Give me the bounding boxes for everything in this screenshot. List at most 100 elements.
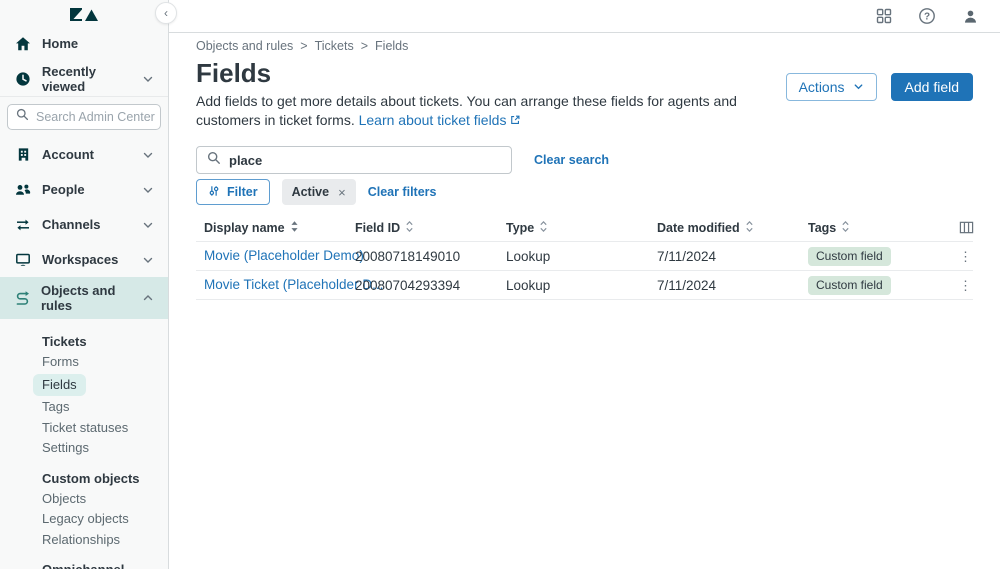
column-label: Type — [506, 221, 534, 235]
subnav-item-settings[interactable]: Settings — [42, 438, 168, 459]
date-modified-cell: 7/11/2024 — [657, 278, 808, 293]
header-buttons: Actions Add field — [786, 73, 973, 101]
zendesk-logo — [69, 5, 99, 27]
date-modified-cell: 7/11/2024 — [657, 249, 808, 264]
chevron-down-icon — [853, 79, 864, 95]
sort-active-icon — [290, 220, 299, 236]
row-overflow-menu-icon[interactable]: ⋮ — [959, 279, 972, 292]
sidebar-item-recently-viewed[interactable]: Recently viewed — [0, 61, 168, 96]
subnav-item-relationships[interactable]: Relationships — [42, 530, 168, 551]
sidebar-item-workspaces[interactable]: Workspaces — [0, 242, 168, 277]
sidebar-item-label: Objects and rules — [41, 283, 142, 313]
sidebar-item-label: Workspaces — [42, 252, 118, 267]
active-chip-label: Active — [292, 185, 330, 199]
sort-icon — [539, 220, 548, 236]
external-link-icon — [509, 112, 521, 131]
subnav-header-omnichannel-routing: Omnichannel routing — [42, 560, 168, 569]
sidebar-item-home[interactable]: Home — [0, 26, 168, 61]
search-icon — [207, 151, 221, 170]
row-overflow-menu-icon[interactable]: ⋮ — [959, 250, 972, 263]
sidebar-item-objects-and-rules[interactable]: Objects and rules — [0, 277, 168, 319]
admin-search-input[interactable] — [36, 110, 169, 124]
admin-search-box[interactable] — [7, 104, 161, 130]
actions-button-label: Actions — [799, 79, 845, 95]
column-label: Display name — [204, 221, 285, 235]
active-filter-chip[interactable]: Active × — [282, 179, 356, 205]
subnav-item-fields[interactable]: Fields — [33, 374, 86, 397]
field-name-link[interactable]: Movie (Placeholder Demo) — [204, 248, 378, 263]
search-icon — [16, 108, 29, 126]
sidebar-item-channels[interactable]: Channels — [0, 207, 168, 242]
people-icon — [14, 181, 32, 199]
fields-table: Display name Field ID Type Date modified… — [196, 214, 973, 300]
breadcrumb-separator: > — [361, 39, 368, 53]
column-label: Date modified — [657, 221, 740, 235]
subnav-header-custom-objects: Custom objects — [42, 469, 168, 489]
sidebar-item-label: People — [42, 182, 85, 197]
clear-search-link[interactable]: Clear search — [534, 153, 609, 167]
sidebar-item-account[interactable]: Account — [0, 137, 168, 172]
table-row[interactable]: Movie (Placeholder Demo) 20080718149010 … — [196, 242, 973, 271]
subnav-item-legacy-objects[interactable]: Legacy objects — [42, 509, 168, 530]
apps-grid-icon[interactable] — [875, 7, 893, 25]
sort-icon — [841, 220, 850, 236]
fields-search-input[interactable] — [229, 153, 501, 168]
filter-button-label: Filter — [227, 185, 258, 199]
column-header-actions — [959, 220, 979, 235]
table-header-row: Display name Field ID Type Date modified… — [196, 214, 973, 242]
learn-about-ticket-fields-link[interactable]: Learn about ticket fields — [359, 112, 507, 128]
main-content: Objects and rules > Tickets > Fields Fie… — [169, 33, 1000, 569]
help-icon[interactable]: ? — [918, 7, 936, 25]
actions-button[interactable]: Actions — [786, 73, 877, 101]
filter-button[interactable]: Filter — [196, 179, 270, 205]
remove-filter-icon[interactable]: × — [338, 185, 346, 200]
field-id-cell: 20080704293394 — [355, 278, 506, 293]
sidebar-collapse-button[interactable]: ‹ — [155, 2, 177, 24]
page-description: Add fields to get more details about tic… — [196, 92, 788, 131]
sidebar: Home Recently viewed Account — [0, 0, 169, 569]
chevron-down-icon — [142, 254, 154, 266]
home-icon — [14, 35, 32, 53]
column-header-tags[interactable]: Tags — [808, 220, 959, 236]
subnav-header-tickets: Tickets — [42, 332, 168, 352]
column-header-field-id[interactable]: Field ID — [355, 220, 506, 236]
chevron-up-icon — [142, 292, 154, 304]
sort-icon — [745, 220, 754, 236]
breadcrumb-fields[interactable]: Fields — [375, 39, 408, 53]
admin-center-app: Home Recently viewed Account — [0, 0, 1000, 569]
field-type-cell: Lookup — [506, 249, 657, 264]
sidebar-item-label: Channels — [42, 217, 101, 232]
clear-filters-link[interactable]: Clear filters — [368, 185, 437, 199]
user-profile-icon[interactable] — [961, 7, 979, 25]
column-header-date-modified[interactable]: Date modified — [657, 220, 808, 236]
sidebar-item-people[interactable]: People — [0, 172, 168, 207]
subnav-item-ticket-statuses[interactable]: Ticket statuses — [42, 418, 168, 439]
chevron-down-icon — [142, 184, 154, 196]
breadcrumb-separator: > — [300, 39, 307, 53]
table-row[interactable]: Movie Ticket (Placeholder D... 200807042… — [196, 271, 973, 300]
subnav-item-objects[interactable]: Objects — [42, 489, 168, 510]
add-field-button[interactable]: Add field — [891, 73, 973, 101]
fields-search-box[interactable] — [196, 146, 512, 174]
filter-row: Filter Active × Clear filters — [196, 179, 973, 205]
filter-icon — [208, 185, 220, 200]
chevron-down-icon — [142, 73, 154, 85]
column-header-type[interactable]: Type — [506, 220, 657, 236]
workspaces-icon — [14, 251, 32, 269]
field-type-cell: Lookup — [506, 278, 657, 293]
clock-icon — [14, 70, 32, 88]
svg-text:?: ? — [924, 12, 930, 23]
breadcrumb-objects-and-rules[interactable]: Objects and rules — [196, 39, 293, 53]
tag-badge: Custom field — [808, 247, 891, 266]
objects-rules-icon — [14, 289, 31, 307]
breadcrumb-tickets[interactable]: Tickets — [315, 39, 354, 53]
manage-columns-icon[interactable] — [959, 220, 974, 235]
sidebar-search-wrap — [0, 96, 168, 137]
column-header-display-name[interactable]: Display name — [204, 220, 355, 236]
search-row: Clear search — [196, 146, 973, 174]
objects-and-rules-subnav: Tickets Forms Fields Tags Ticket statuse… — [0, 319, 168, 569]
subnav-item-tags[interactable]: Tags — [42, 397, 168, 418]
sidebar-item-label: Recently viewed — [42, 64, 142, 94]
subnav-item-forms[interactable]: Forms — [42, 352, 168, 373]
chevron-down-icon — [142, 219, 154, 231]
